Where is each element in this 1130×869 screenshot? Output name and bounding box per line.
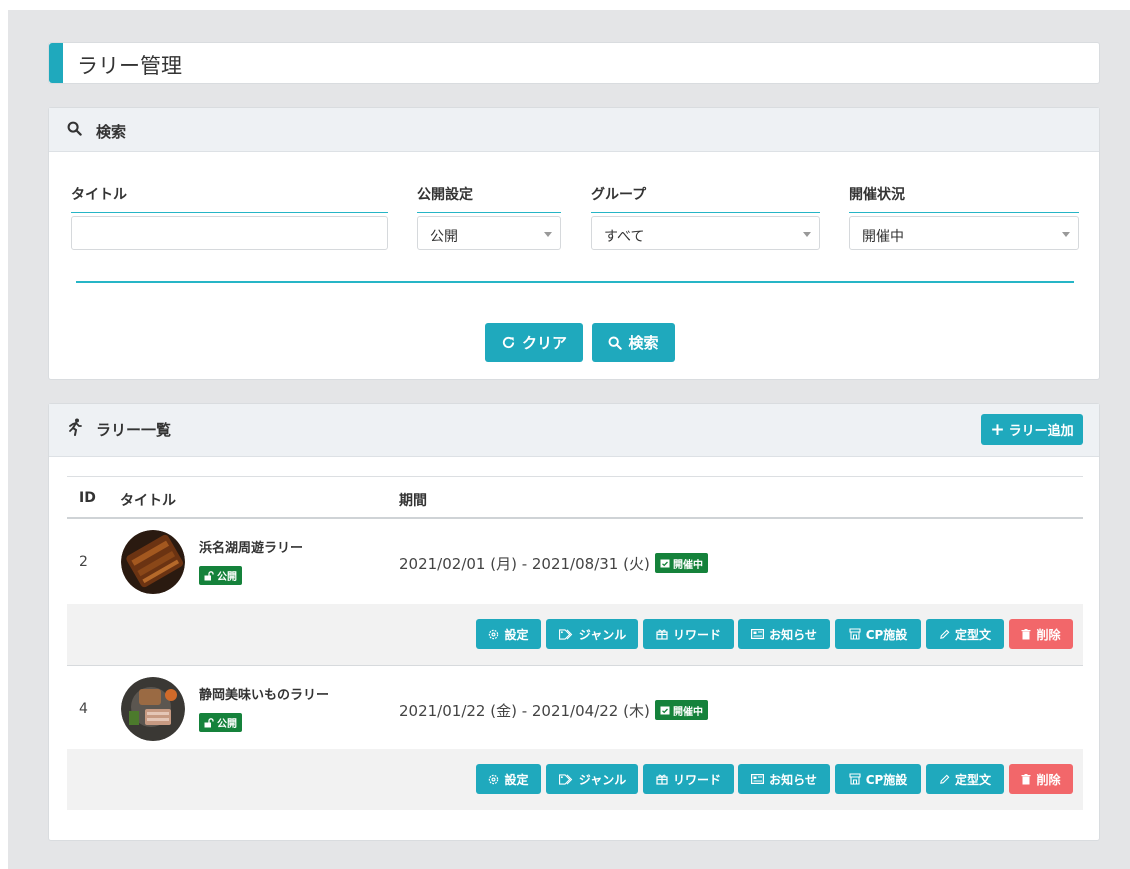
reward-button[interactable]: リワード [643, 619, 734, 649]
search-panel-title: 検索 [96, 123, 127, 141]
table-header: ID タイトル 期間 [67, 476, 1083, 519]
page-title: ラリー管理 [77, 54, 182, 78]
cp-facility-button[interactable]: CP施設 [835, 619, 921, 649]
clear-button[interactable]: クリア [485, 323, 583, 362]
status-badge: 開催中 [655, 700, 708, 720]
rally-period: 2021/01/22 (金) - 2021/04/22 (木) [399, 702, 650, 720]
pencil-icon [940, 629, 950, 639]
store-icon [849, 628, 861, 640]
title-input[interactable] [71, 216, 388, 250]
public-badge: 公開 [199, 713, 242, 732]
group-select[interactable]: すべて [591, 216, 820, 250]
plus-icon: + [990, 419, 1005, 440]
reward-button[interactable]: リワード [643, 764, 734, 794]
header-accent-bar [49, 43, 63, 83]
trash-icon [1021, 628, 1031, 639]
notice-button[interactable]: お知らせ [738, 619, 830, 649]
rally-id: 4 [79, 701, 88, 717]
template-button[interactable]: 定型文 [926, 619, 1004, 649]
unlock-icon [204, 717, 214, 727]
status-select[interactable]: 開催中 [849, 216, 1079, 250]
rally-list-title: ラリー一覧 [96, 421, 172, 439]
refresh-icon [502, 336, 515, 349]
row-actions: 設定 ジャンル リワード お知らせ CP施設 定型文 削除 [67, 604, 1083, 665]
rally-title: 浜名湖周遊ラリー [199, 541, 304, 556]
genre-button[interactable]: ジャンル [546, 619, 638, 649]
rally-list-panel: ラリー一覧 + ラリー追加 ID タイトル 期間 2 浜名湖周遊ラリー 公開 2… [48, 403, 1100, 841]
public-setting-select[interactable]: 公開 [417, 216, 561, 250]
search-panel: 検索 タイトル 公開設定 公開 グループ すべて 開催状況 開催中 クリア 検索 [48, 107, 1100, 380]
running-person-icon [67, 418, 83, 440]
chevron-down-icon [1062, 232, 1070, 237]
rally-list-header: ラリー一覧 + ラリー追加 [49, 404, 1099, 457]
column-period: 期間 [399, 493, 427, 509]
search-panel-header: 検索 [49, 108, 1099, 152]
gift-icon [656, 629, 668, 640]
newspaper-icon [751, 629, 765, 639]
notice-button[interactable]: お知らせ [738, 764, 830, 794]
pencil-icon [940, 774, 950, 784]
genre-button[interactable]: ジャンル [546, 764, 638, 794]
settings-button[interactable]: 設定 [476, 764, 541, 794]
search-icon [67, 121, 82, 140]
column-title: タイトル [120, 493, 176, 509]
gear-icon [489, 774, 499, 784]
trash-icon [1021, 773, 1031, 784]
group-label: グループ [591, 184, 820, 213]
page-header: ラリー管理 [48, 42, 1100, 84]
add-rally-button[interactable]: + ラリー追加 [981, 414, 1083, 445]
rally-title: 静岡美味いものラリー [199, 688, 330, 703]
status-label: 開催状況 [849, 184, 1079, 213]
column-id: ID [79, 490, 96, 506]
table-row: 4 静岡美味いものラリー 公開 2021/01/22 (金) - 2021/04… [67, 666, 1083, 751]
delete-button[interactable]: 削除 [1009, 619, 1073, 649]
page-background: ラリー管理 検索 タイトル 公開設定 公開 グループ すべて 開催状況 開催中 … [8, 10, 1130, 869]
public-setting-label: 公開設定 [417, 184, 561, 213]
public-badge: 公開 [199, 566, 242, 585]
rally-thumbnail [121, 530, 185, 594]
store-icon [849, 773, 861, 785]
calendar-check-icon [660, 706, 670, 715]
template-button[interactable]: 定型文 [926, 764, 1004, 794]
rally-period: 2021/02/01 (月) - 2021/08/31 (火) [399, 555, 650, 573]
rally-id: 2 [79, 554, 88, 570]
delete-button[interactable]: 削除 [1009, 764, 1073, 794]
title-label: タイトル [71, 184, 388, 213]
rally-thumbnail [121, 677, 185, 741]
table-row: 2 浜名湖周遊ラリー 公開 2021/02/01 (月) - 2021/08/3… [67, 519, 1083, 604]
newspaper-icon [751, 774, 765, 784]
cp-facility-button[interactable]: CP施設 [835, 764, 921, 794]
search-divider [76, 281, 1074, 283]
status-badge: 開催中 [655, 553, 708, 573]
settings-button[interactable]: 設定 [476, 619, 541, 649]
calendar-check-icon [660, 559, 670, 568]
unlock-icon [204, 570, 214, 580]
gear-icon [489, 629, 499, 639]
chevron-down-icon [544, 232, 552, 237]
search-icon [609, 336, 623, 350]
tags-icon [558, 628, 573, 640]
row-actions: 設定 ジャンル リワード お知らせ CP施設 定型文 削除 [67, 749, 1083, 810]
chevron-down-icon [803, 232, 811, 237]
gift-icon [656, 774, 668, 785]
tags-icon [558, 773, 573, 785]
search-button[interactable]: 検索 [592, 323, 675, 362]
